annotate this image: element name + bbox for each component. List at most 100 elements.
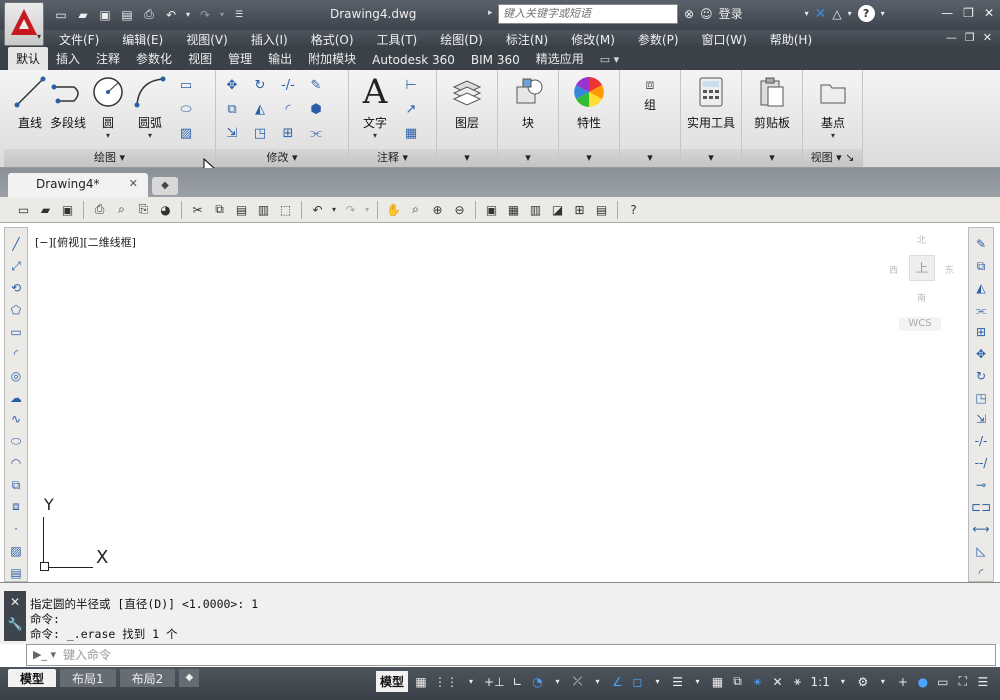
design-center-icon[interactable]: ▦ [504,200,523,219]
save-toolbar-icon[interactable]: ▣ [58,200,77,219]
scale-dropdown-icon[interactable]: ▾ [836,677,850,686]
minimize-icon[interactable]: — [941,6,953,20]
tab-parametric[interactable]: 参数化 [128,47,180,70]
isolate-objects-icon[interactable]: ● [916,675,930,689]
trim-icon[interactable]: -/- [278,76,298,94]
tab-bim360[interactable]: BIM 360 [463,50,528,70]
modify-offset-icon[interactable]: ⫘ [972,302,990,319]
modify-rotate-icon[interactable]: ↻ [972,367,990,384]
block-button[interactable]: 块 [504,74,552,131]
annotation-scale-icon[interactable]: ⚹ [791,674,805,689]
make-block-icon[interactable]: ⧈ [7,499,25,516]
dimension-icon[interactable]: ⊢ [401,76,421,94]
rectangle-icon[interactable]: ▭ [176,76,196,94]
workspace-dropdown-icon[interactable]: ▾ [876,677,890,686]
close-tab-icon[interactable]: ✕ [129,177,138,190]
workspace-gear-icon[interactable]: ⚙ [856,675,870,689]
menu-format[interactable]: 格式(O) [311,31,354,48]
menu-file[interactable]: 文件(F) [59,31,99,48]
redo-toolbar-dropdown-icon[interactable]: ▾ [363,200,371,219]
snap-icon[interactable]: ⋮⋮ [434,675,458,689]
undo-toolbar-dropdown-icon[interactable]: ▾ [330,200,338,219]
sheet-set-icon[interactable]: ◪ [548,200,567,219]
menu-dimension[interactable]: 标注(N) [506,31,548,48]
transparency-icon[interactable]: ▦ [711,675,725,689]
publish-icon[interactable]: ⎘ [134,200,153,219]
paste-icon[interactable]: ▤ [232,200,251,219]
base-point-button[interactable]: 基点 ▾ [809,74,857,140]
modify-copy-icon[interactable]: ⧉ [972,258,990,275]
utilities-panel-dropdown-icon[interactable]: ▾ [681,149,741,167]
viewport-controls-label[interactable]: [−][俯视][二维线框] [35,234,136,250]
menu-modify[interactable]: 修改(M) [571,31,615,48]
tool-palettes-icon[interactable]: ▥ [526,200,545,219]
layout-tab-model[interactable]: 模型 [8,669,57,687]
save-as-icon[interactable]: ▤ [118,6,136,23]
markup-set-icon[interactable]: ⊞ [570,200,589,219]
scale-icon[interactable]: ◳ [250,124,270,142]
menu-help[interactable]: 帮助(H) [770,31,812,48]
circle-dropdown-icon[interactable]: ▾ [84,131,132,140]
login-button[interactable]: 登录 [719,5,743,22]
object-snap-tracking-icon[interactable]: ∠ [611,675,625,689]
exchange-apps-icon[interactable]: ✕ [815,6,827,22]
modify-trim-icon[interactable]: -/- [972,433,990,450]
menu-parametric[interactable]: 参数(P) [638,31,679,48]
menu-edit[interactable]: 编辑(E) [122,31,163,48]
close-window-icon[interactable]: ✕ [984,6,994,20]
insert-block-icon[interactable]: ⧉ [7,477,25,494]
ellipse-icon[interactable]: ⬭ [176,100,196,118]
chamfer-icon[interactable]: ◺ [972,542,990,559]
model-space-button[interactable]: 模型 [376,671,409,692]
mirror-icon[interactable]: ◭ [250,100,270,118]
modify-scale-icon[interactable]: ◳ [972,389,990,406]
menu-view[interactable]: 视图(V) [186,31,228,48]
doc-close-icon[interactable]: ✕ [983,31,992,44]
clean-screen-icon[interactable]: ⛶ [956,674,970,689]
menu-insert[interactable]: 插入(I) [251,31,288,48]
group-button[interactable]: ⧈ 组 [626,74,674,113]
search-input[interactable] [498,4,678,24]
snap-dropdown-icon[interactable]: ▾ [464,677,478,686]
modify-fillet-icon[interactable]: ◜ [972,564,990,581]
close-command-line-icon[interactable]: ✕ [4,595,26,609]
hatch-icon[interactable]: ▨ [176,124,196,142]
draw-arc-icon[interactable]: ◜ [7,345,25,362]
redo-dropdown-icon[interactable]: ▾ [218,6,226,23]
plot-preview-icon[interactable]: ⌕ [112,200,131,219]
polar-tracking-icon[interactable]: ◔ [531,675,545,689]
array-icon[interactable]: ⊞ [278,124,298,142]
layout-tab-layout2[interactable]: 布局2 [119,669,176,687]
infer-constraints-icon[interactable]: +⊥ [484,675,505,689]
viewcube-north[interactable]: 北 [917,233,926,246]
group-panel-dropdown-icon[interactable]: ▾ [620,149,680,167]
draw-hatch-icon[interactable]: ▨ [7,542,25,559]
properties-button[interactable]: 特性 [565,74,613,131]
tab-home[interactable]: 默认 [8,47,49,70]
isodraft-dropdown-icon[interactable]: ▾ [591,677,605,686]
tab-output[interactable]: 输出 [260,47,300,70]
circle-button[interactable]: 圆 ▾ [84,74,132,140]
qnew-icon[interactable]: ▭ [14,200,33,219]
cut-icon[interactable]: ✂ [188,200,207,219]
arc-dropdown-icon[interactable]: ▾ [126,131,174,140]
menu-draw[interactable]: 绘图(D) [440,31,483,48]
undo-toolbar-icon[interactable]: ↶ [308,200,327,219]
viewcube-west[interactable]: 西 [889,263,898,276]
modify-array-icon[interactable]: ⊞ [972,324,990,341]
text-button[interactable]: A 文字 ▾ [351,72,399,140]
layers-panel-dropdown-icon[interactable]: ▾ [437,149,497,167]
open-icon[interactable]: ▰ [36,200,55,219]
modify-move-icon[interactable]: ✥ [972,345,990,362]
viewcube-top-face[interactable]: 上 [909,255,935,281]
point-icon[interactable]: · [7,520,25,537]
lineweight-icon[interactable]: ☰ [671,675,685,689]
viewcube-east[interactable]: 东 [945,263,954,276]
annotation-panel-title[interactable]: 注释 ▾ [349,149,436,167]
help-icon[interactable]: ? [857,5,875,22]
add-layout-icon[interactable]: ◆ [179,669,200,687]
search-expand-icon[interactable]: ▸ [488,8,493,18]
redo-icon[interactable]: ↷ [196,6,214,23]
new-tab-button[interactable]: ◆ [152,177,178,195]
modify-extend-icon[interactable]: --/ [972,455,990,472]
